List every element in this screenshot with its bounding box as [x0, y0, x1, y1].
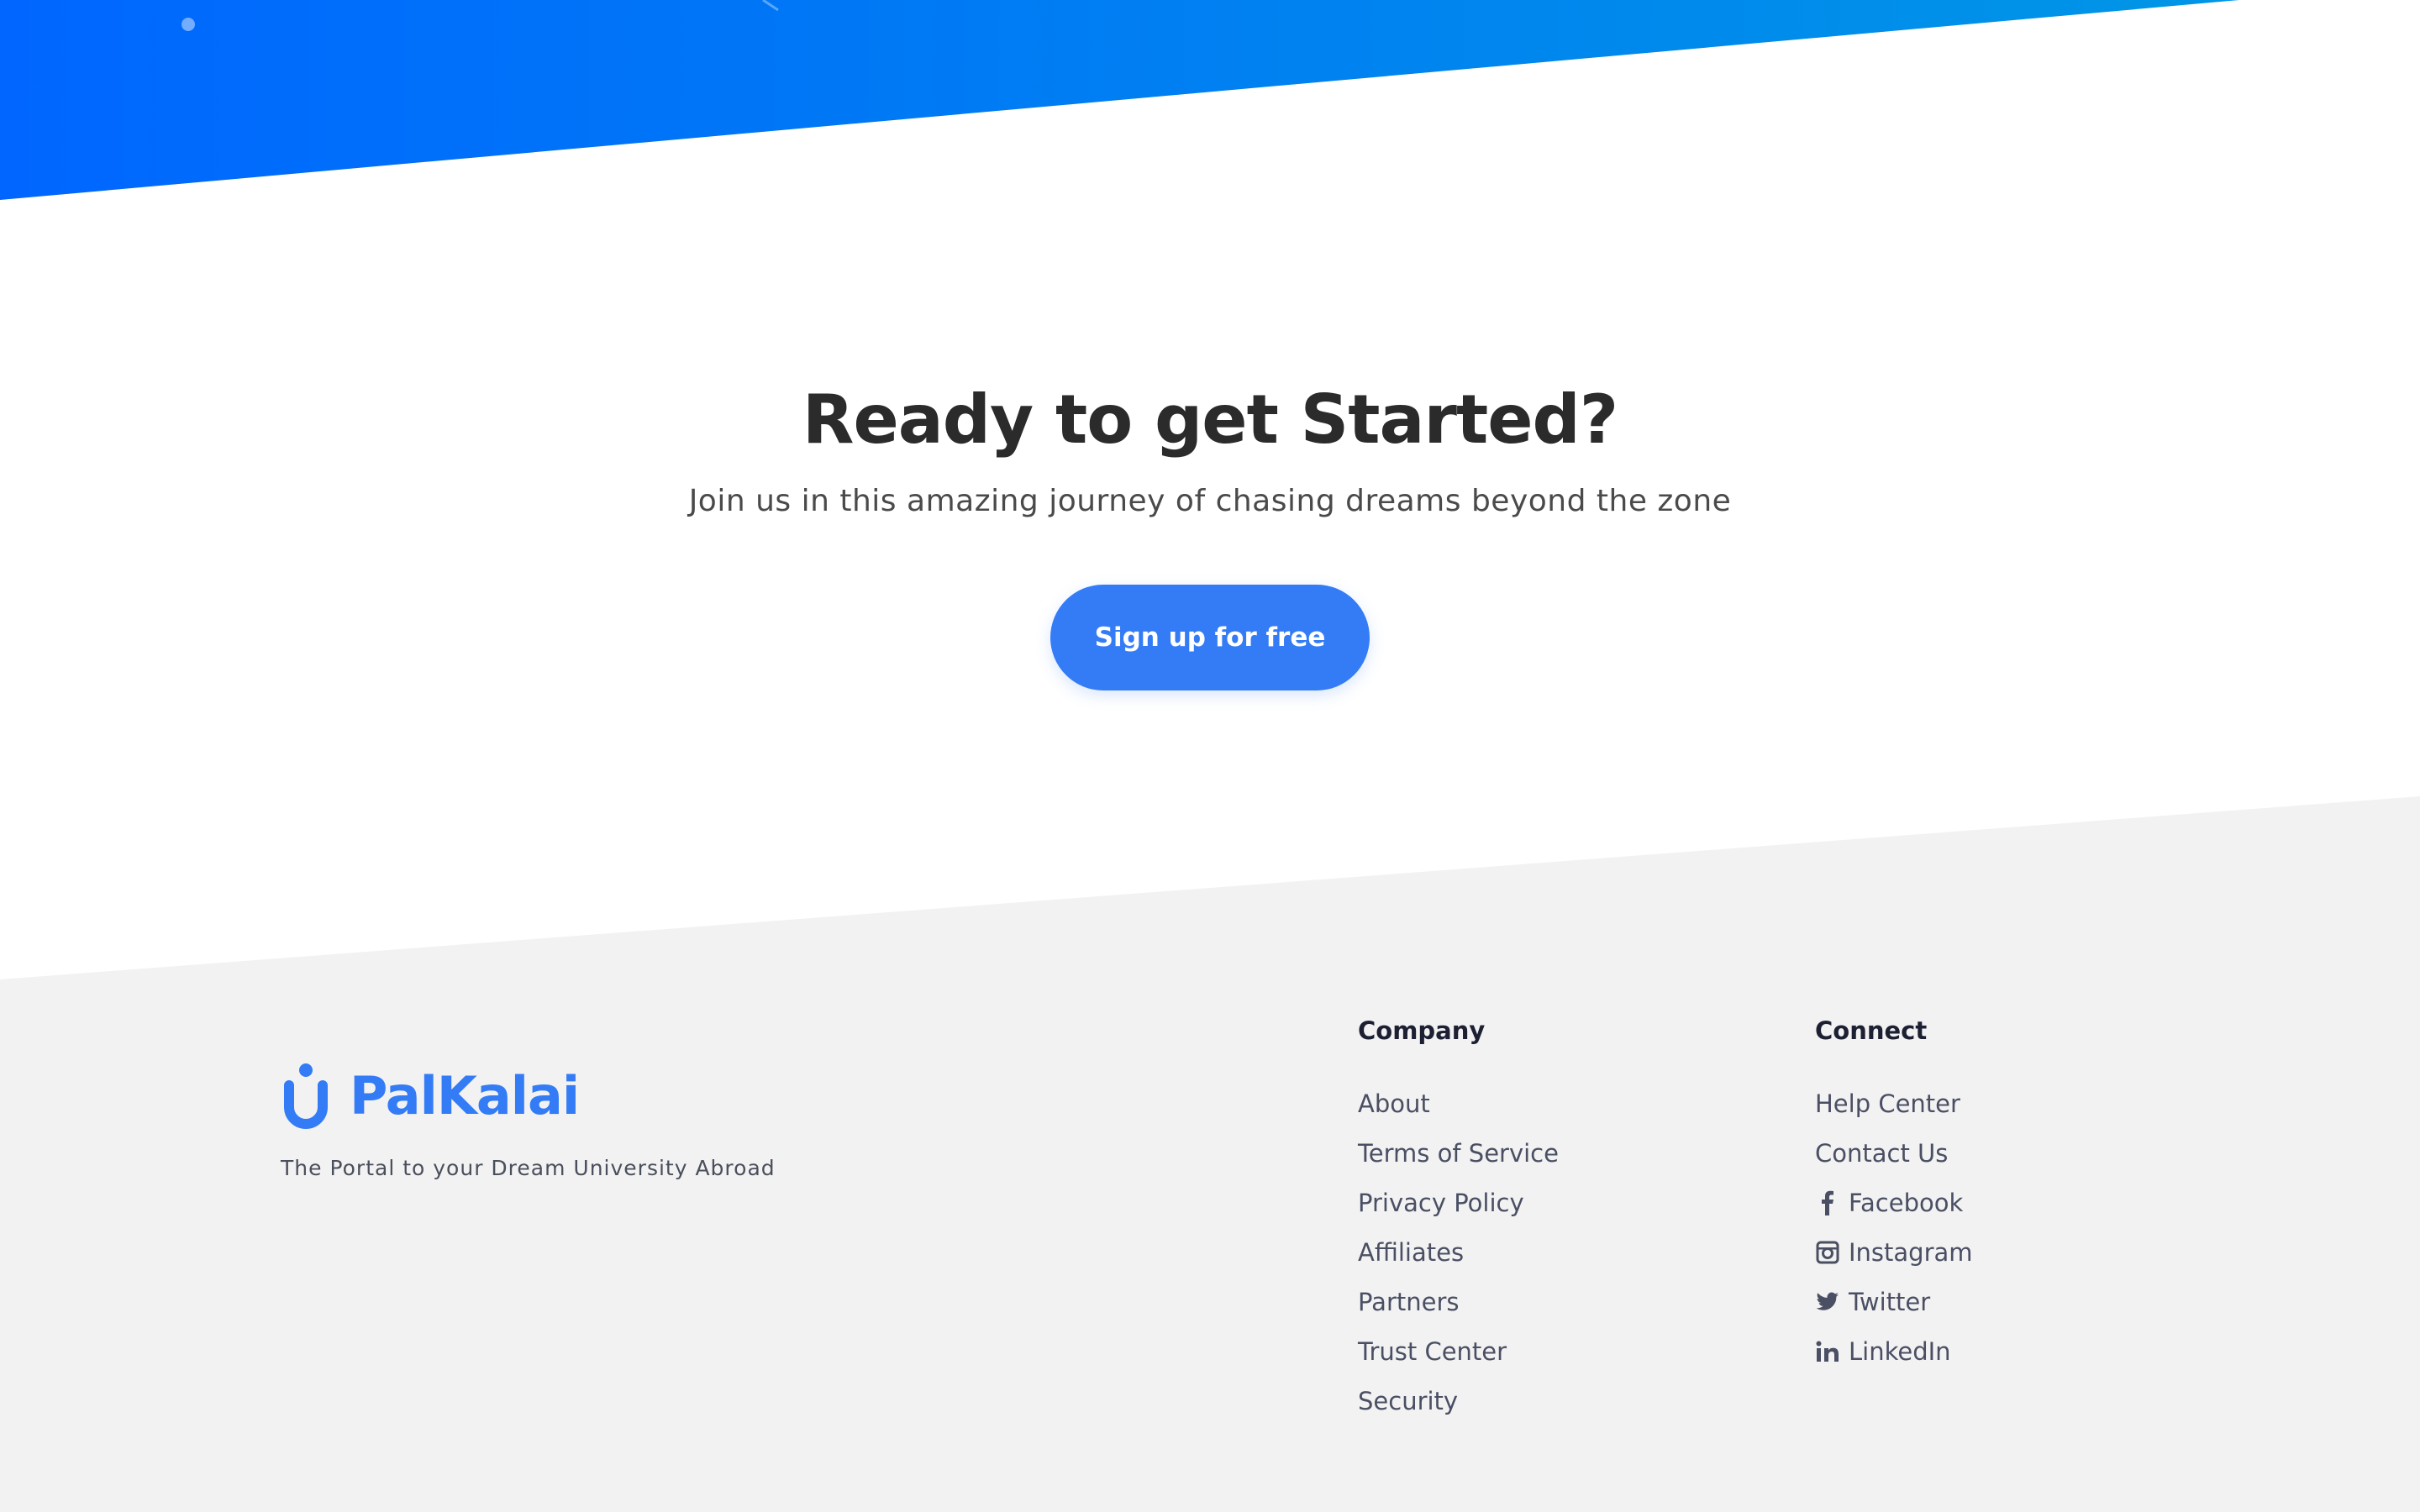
- footer-link-about[interactable]: About: [1358, 1089, 1430, 1118]
- brand-name: PalKalai: [350, 1064, 580, 1126]
- top-banner-shape: [0, 0, 2239, 200]
- footer-link-security[interactable]: Security: [1358, 1387, 1458, 1415]
- instagram-icon: [1815, 1240, 1840, 1265]
- company-links: About Terms of Service Privacy Policy Af…: [1358, 1079, 1559, 1425]
- cta-title: Ready to get Started?: [802, 381, 1618, 459]
- connect-links: Help Center Contact Us Facebook Instagra…: [1815, 1079, 1973, 1376]
- brand-logo[interactable]: PalKalai: [281, 1060, 580, 1131]
- footer-connect-column: Connect Help Center Contact Us Facebook …: [1815, 1013, 1973, 1376]
- footer-link-linkedin[interactable]: LinkedIn: [1815, 1337, 1951, 1366]
- sign-up-button[interactable]: Sign up for free: [1050, 585, 1370, 690]
- linkedin-label: LinkedIn: [1849, 1336, 1951, 1366]
- footer-link-instagram[interactable]: Instagram: [1815, 1238, 1973, 1267]
- instagram-label: Instagram: [1849, 1237, 1973, 1267]
- help-center-label: Help Center: [1815, 1089, 1960, 1118]
- linkedin-icon: [1815, 1339, 1840, 1364]
- brand-logo-icon: [284, 1063, 328, 1129]
- contact-us-label: Contact Us: [1815, 1138, 1949, 1168]
- company-heading: Company: [1358, 1016, 1486, 1045]
- footer-link-contact-us[interactable]: Contact Us: [1815, 1139, 1948, 1168]
- twitter-label: Twitter: [1849, 1287, 1931, 1316]
- twitter-icon: [1815, 1289, 1840, 1315]
- brand-tagline: The Portal to your Dream University Abro…: [281, 1156, 776, 1180]
- facebook-icon: [1815, 1190, 1840, 1215]
- page: Ready to get Started? Join us in this am…: [0, 0, 2420, 1512]
- footer-company-column: Company About Terms of Service Privacy P…: [1358, 1013, 1559, 1425]
- footer-link-privacy-policy[interactable]: Privacy Policy: [1358, 1189, 1524, 1217]
- cta-section: Ready to get Started? Join us in this am…: [0, 370, 2420, 522]
- decorative-dot: [182, 18, 195, 31]
- connect-heading: Connect: [1815, 1016, 1928, 1045]
- footer-link-facebook[interactable]: Facebook: [1815, 1189, 1963, 1217]
- footer-link-twitter[interactable]: Twitter: [1815, 1288, 1930, 1316]
- footer-link-help-center[interactable]: Help Center: [1815, 1089, 1960, 1118]
- footer-link-partners[interactable]: Partners: [1358, 1288, 1460, 1316]
- footer-link-affiliates[interactable]: Affiliates: [1358, 1238, 1464, 1267]
- footer-link-terms-of-service[interactable]: Terms of Service: [1358, 1139, 1559, 1168]
- footer-background-shape: [0, 796, 2420, 1512]
- cta-subtitle: Join us in this amazing journey of chasi…: [688, 484, 1732, 518]
- footer-link-trust-center[interactable]: Trust Center: [1358, 1337, 1507, 1366]
- facebook-label: Facebook: [1849, 1188, 1964, 1217]
